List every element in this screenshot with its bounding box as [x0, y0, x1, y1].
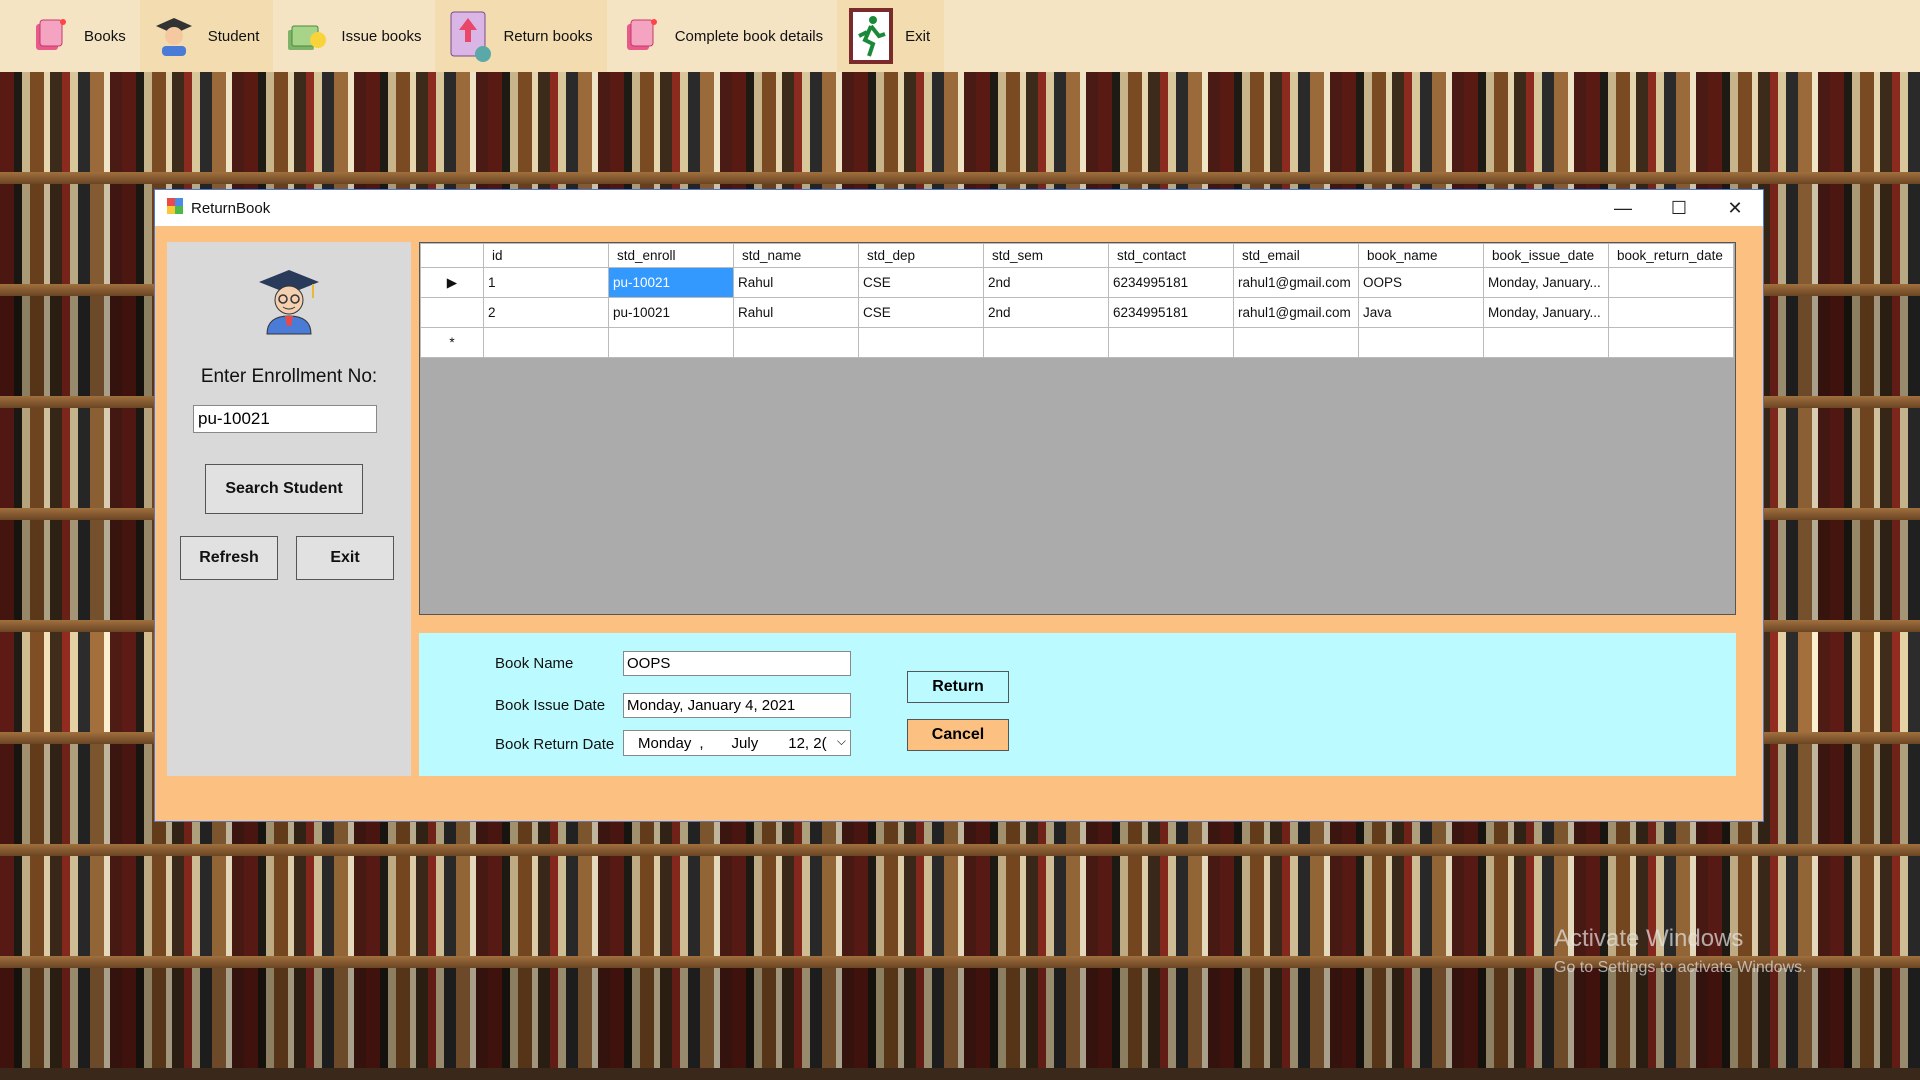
- toolbar-issue-books-button[interactable]: Issue books: [273, 0, 435, 72]
- toolbar-issue-books-label: Issue books: [341, 27, 422, 45]
- activation-watermark: Activate Windows Go to Settings to activ…: [1554, 925, 1807, 977]
- table-cell[interactable]: 2nd: [983, 267, 1109, 298]
- day-year-part: 12, 2(: [788, 734, 827, 752]
- table-cell[interactable]: Java: [1358, 297, 1484, 328]
- table-cell[interactable]: [1233, 327, 1359, 358]
- table-cell[interactable]: Monday, January...: [1483, 297, 1609, 328]
- separator-part: ,: [699, 734, 704, 752]
- issue-date-label: Book Issue Date: [495, 697, 606, 714]
- return-button[interactable]: Return: [907, 671, 1009, 703]
- table-row[interactable]: ▶ 1 pu-10021 Rahul CSE 2nd 6234995181 ra…: [420, 267, 1734, 298]
- issue-date-field[interactable]: [623, 693, 851, 718]
- chevron-down-icon[interactable]: ⌵: [837, 734, 846, 749]
- book-name-label: Book Name: [495, 655, 574, 672]
- column-header[interactable]: std_sem: [983, 243, 1109, 268]
- table-cell[interactable]: [983, 327, 1109, 358]
- search-panel: Enter Enrollment No: Search Student Refr…: [167, 242, 411, 776]
- table-cell[interactable]: rahul1@gmail.com: [1233, 267, 1359, 298]
- column-header[interactable]: id: [483, 243, 609, 268]
- table-cell[interactable]: Rahul: [733, 297, 859, 328]
- return-details-panel: Book Name Book Issue Date Book Return Da…: [419, 633, 1736, 776]
- column-header[interactable]: book_issue_date: [1483, 243, 1609, 268]
- column-header[interactable]: std_email: [1233, 243, 1359, 268]
- table-cell[interactable]: [1108, 327, 1234, 358]
- enrollment-label: Enter Enrollment No:: [200, 366, 378, 387]
- current-row-marker-icon[interactable]: ▶: [420, 267, 484, 298]
- table-cell[interactable]: [1608, 327, 1734, 358]
- toolbar-return-books-button[interactable]: Return books: [435, 0, 607, 72]
- column-header[interactable]: std_dep: [858, 243, 984, 268]
- column-header[interactable]: book_name: [1358, 243, 1484, 268]
- table-cell[interactable]: pu-10021: [608, 297, 734, 328]
- table-cell[interactable]: [1483, 327, 1609, 358]
- search-student-button[interactable]: Search Student: [205, 464, 363, 514]
- new-row-marker-icon[interactable]: *: [420, 327, 484, 358]
- return-books-icon: [445, 11, 493, 62]
- table-cell[interactable]: [483, 327, 609, 358]
- book-name-field[interactable]: [623, 651, 851, 676]
- month-part: July: [731, 734, 759, 752]
- maximize-button[interactable]: ☐: [1651, 190, 1707, 226]
- table-cell[interactable]: 2nd: [983, 297, 1109, 328]
- table-cell[interactable]: OOPS: [1358, 267, 1484, 298]
- table-cell[interactable]: CSE: [858, 267, 984, 298]
- return-book-window: ReturnBook — ☐ ✕ Enter Enrollment No: Se…: [154, 189, 1764, 822]
- column-header[interactable]: std_name: [733, 243, 859, 268]
- exit-icon: [847, 8, 895, 64]
- toolbar-books-label: Books: [84, 27, 126, 45]
- student-icon: [150, 12, 198, 60]
- close-button[interactable]: ✕: [1707, 190, 1763, 226]
- row-header[interactable]: [420, 297, 484, 328]
- main-toolbar: Books Student Issue books Return books C…: [0, 0, 1920, 72]
- table-cell[interactable]: 1: [483, 267, 609, 298]
- issued-books-grid[interactable]: id std_enroll std_name std_dep std_sem s…: [419, 242, 1736, 615]
- enrollment-input[interactable]: [193, 405, 377, 433]
- graduate-avatar-icon: [257, 268, 321, 336]
- table-cell[interactable]: [858, 327, 984, 358]
- return-date-picker[interactable]: Monday , July 12, 2( ⌵: [623, 730, 851, 756]
- issue-books-icon: [283, 12, 331, 60]
- return-date-label: Book Return Date: [495, 736, 615, 753]
- refresh-button[interactable]: Refresh: [180, 536, 278, 580]
- exit-button[interactable]: Exit: [296, 536, 394, 580]
- app-icon: [167, 197, 183, 219]
- cancel-button[interactable]: Cancel: [907, 719, 1009, 751]
- toolbar-return-books-label: Return books: [503, 27, 593, 45]
- table-cell[interactable]: rahul1@gmail.com: [1233, 297, 1359, 328]
- toolbar-exit-button[interactable]: Exit: [837, 0, 945, 72]
- toolbar-exit-label: Exit: [905, 27, 931, 45]
- grid-header-row: id std_enroll std_name std_dep std_sem s…: [420, 243, 1734, 268]
- book-details-icon: [617, 12, 665, 60]
- table-cell[interactable]: CSE: [858, 297, 984, 328]
- window-title: ReturnBook: [191, 199, 271, 217]
- column-header[interactable]: book_return_date: [1608, 243, 1734, 268]
- new-row[interactable]: *: [420, 327, 1734, 358]
- window-titlebar: ReturnBook — ☐ ✕: [155, 190, 1763, 226]
- column-header[interactable]: std_contact: [1108, 243, 1234, 268]
- toolbar-student-button[interactable]: Student: [139, 0, 274, 72]
- watermark-subtitle: Go to Settings to activate Windows.: [1554, 959, 1807, 976]
- table-cell[interactable]: [608, 327, 734, 358]
- toolbar-books-button[interactable]: Books: [16, 0, 140, 72]
- table-cell[interactable]: Rahul: [733, 267, 859, 298]
- toolbar-student-label: Student: [207, 27, 260, 45]
- table-cell[interactable]: [1608, 267, 1734, 298]
- weekday-part: Monday: [638, 734, 692, 752]
- table-cell[interactable]: Monday, January...: [1483, 267, 1609, 298]
- row-header-corner: [420, 243, 484, 268]
- books-icon: [26, 12, 74, 60]
- table-row[interactable]: 2 pu-10021 Rahul CSE 2nd 6234995181 rahu…: [420, 297, 1734, 328]
- table-cell[interactable]: 2: [483, 297, 609, 328]
- table-cell[interactable]: 6234995181: [1108, 267, 1234, 298]
- toolbar-book-details-label: Complete book details: [674, 27, 824, 45]
- table-cell[interactable]: [1358, 327, 1484, 358]
- table-cell[interactable]: [733, 327, 859, 358]
- minimize-button[interactable]: —: [1595, 190, 1651, 226]
- table-cell-selected[interactable]: pu-10021: [608, 267, 734, 298]
- column-header[interactable]: std_enroll: [608, 243, 734, 268]
- toolbar-book-details-button[interactable]: Complete book details: [607, 0, 837, 72]
- table-cell[interactable]: 6234995181: [1108, 297, 1234, 328]
- table-cell[interactable]: [1608, 297, 1734, 328]
- watermark-title: Activate Windows: [1554, 925, 1744, 952]
